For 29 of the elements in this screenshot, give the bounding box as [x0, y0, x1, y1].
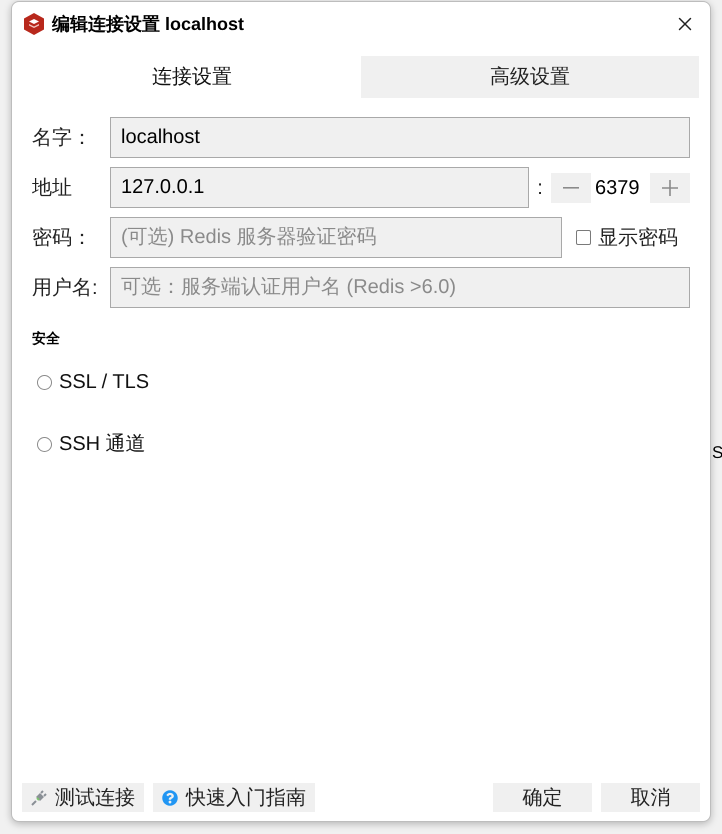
name-field[interactable]: localhost	[110, 117, 690, 158]
checkbox-label: 显示密码	[598, 226, 678, 250]
plus-icon	[662, 180, 678, 196]
dialog-button[interactable]: 确定	[493, 783, 592, 812]
field-label: 密码：	[32, 226, 93, 250]
help-icon	[162, 790, 178, 806]
radio-button[interactable]	[37, 436, 52, 452]
footer-button[interactable]: 快速入门指南	[153, 783, 315, 812]
address-field[interactable]: 127.0.0.1	[110, 167, 529, 208]
footer-button[interactable]: 测试连接	[22, 783, 144, 812]
radio-label: SSH 通道	[59, 432, 146, 457]
field-label: 地址	[32, 176, 73, 200]
checkbox[interactable]	[576, 230, 591, 245]
minus-icon	[563, 186, 579, 188]
field-label: 名字：	[32, 126, 93, 150]
app-logo-icon	[24, 13, 44, 35]
port-spinbox[interactable]: 6379	[551, 172, 690, 202]
tab[interactable]: 高级设置	[361, 56, 699, 98]
section-heading: 安全	[32, 330, 60, 346]
plug-icon	[31, 790, 47, 806]
port-separator: :	[536, 176, 544, 200]
window-title: 编辑连接设置 localhost	[52, 12, 244, 36]
radio-label: SSL / TLS	[59, 370, 150, 395]
port-field[interactable]: 6379	[591, 172, 650, 202]
username-field[interactable]: 可选：服务端认证用户名 (Redis >6.0)	[110, 267, 690, 308]
password-field[interactable]: (可选) Redis 服务器验证密码	[110, 217, 562, 258]
radio-button[interactable]	[37, 374, 52, 390]
field-label: 用户名:	[32, 276, 99, 300]
dialog-button[interactable]: 取消	[601, 783, 700, 812]
